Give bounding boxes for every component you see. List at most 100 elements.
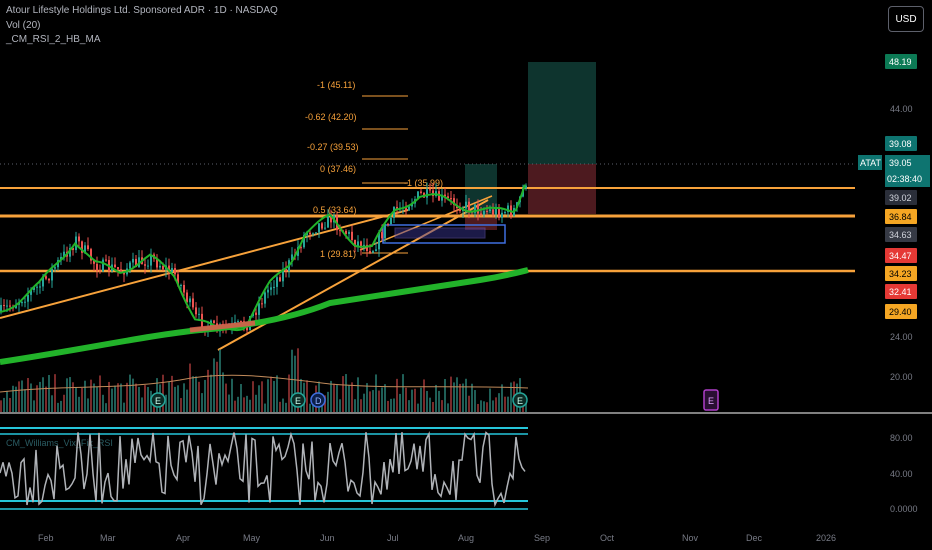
last-price-text: 39.05 <box>889 158 912 168</box>
volume-bar <box>204 379 206 412</box>
volume-bar <box>255 394 257 412</box>
volume-bar <box>135 383 137 412</box>
chart-canvas[interactable]: -1 (45.11) -0.62 (42.20) -0.27 (39.53) 0 (3… <box>0 0 932 550</box>
volume-bar <box>375 374 377 412</box>
candle-body <box>192 298 194 308</box>
volume-bar <box>465 378 467 412</box>
volume-bar <box>459 383 461 412</box>
volume-bar <box>102 394 104 412</box>
volume-bar <box>117 383 119 412</box>
volume-bar <box>339 399 341 412</box>
bar-countdown-text: 02:38:40 <box>887 174 922 184</box>
trend-line <box>217 199 489 351</box>
candle-body <box>321 223 323 229</box>
volume-bar <box>327 391 329 412</box>
volume-bar <box>96 386 98 412</box>
volume-bar <box>261 381 263 412</box>
volume-bar <box>39 381 41 412</box>
volume-bar <box>189 363 191 412</box>
volume-bar <box>93 383 95 412</box>
candle-body <box>237 321 239 323</box>
volume-bar <box>396 378 398 412</box>
candle-body <box>36 286 38 288</box>
volume-bar <box>240 384 242 412</box>
volume-bar <box>90 379 92 412</box>
volume-bar <box>462 383 464 412</box>
volume-bar <box>282 398 284 412</box>
volume-bar <box>87 398 89 412</box>
volume-bar <box>336 385 338 412</box>
candle-body <box>381 232 383 239</box>
price-scale-label-text: 39.02 <box>889 193 912 203</box>
candle-body <box>132 258 134 263</box>
volume-bar <box>387 400 389 412</box>
volume-bar <box>366 383 368 412</box>
candle-body <box>198 313 200 315</box>
candle-body <box>105 259 107 261</box>
candle-body <box>78 236 80 242</box>
volume-bar <box>165 394 167 412</box>
volume-bar <box>267 379 269 412</box>
candle-body <box>120 269 122 272</box>
rsi-indicator-label[interactable]: _CM_RSI_2_HB_MA <box>6 34 100 45</box>
candle-body <box>498 208 500 218</box>
volume-indicator-label[interactable]: Vol (20) <box>6 20 40 31</box>
volume-bar <box>69 377 71 412</box>
volume-bar <box>468 395 470 412</box>
volume-bar <box>51 395 53 412</box>
volume-bar <box>237 396 239 412</box>
osc-axis-tick: 80.00 <box>890 433 913 443</box>
time-axis-label: Oct <box>600 533 615 543</box>
volume-bar <box>417 403 419 412</box>
fib-level-label: -1 (45.11) <box>317 80 355 90</box>
future-earnings-label: E <box>708 396 714 406</box>
candle-body <box>39 286 41 288</box>
candle-body <box>6 305 8 307</box>
candle-body <box>276 277 278 287</box>
volume-bar <box>501 384 503 412</box>
volume-bar <box>78 396 80 412</box>
volume-bar <box>6 390 8 412</box>
currency-button[interactable]: USD <box>888 6 924 32</box>
volume-bar <box>60 400 62 412</box>
candle-body <box>390 217 392 225</box>
candle-body <box>501 212 503 218</box>
volume-bar <box>228 394 230 412</box>
volume-bar <box>18 381 20 412</box>
volume-bar <box>114 385 116 412</box>
volume-bar <box>246 395 248 412</box>
price-scale-label-text: 34.47 <box>889 251 912 261</box>
candle-body <box>87 245 89 250</box>
candle-body <box>387 223 389 225</box>
candle-body <box>504 212 506 214</box>
volume-bar <box>435 384 437 412</box>
candle-body <box>51 268 53 281</box>
volume-bar <box>30 383 32 412</box>
candle-body <box>375 249 377 252</box>
volume-bar <box>384 384 386 412</box>
volume-bar <box>219 349 221 412</box>
volume-bar <box>288 374 290 412</box>
price-scale-label-text: 34.23 <box>889 269 912 279</box>
candle-body <box>45 276 47 279</box>
volume-bar <box>471 383 473 412</box>
volume-bar <box>243 397 245 412</box>
volume-bar <box>54 374 56 412</box>
candle-body <box>162 265 164 270</box>
volume-bar <box>84 380 86 412</box>
candle-body <box>369 251 371 253</box>
volume-bar <box>264 403 266 412</box>
volume-bar <box>63 394 65 412</box>
candle-body <box>270 287 272 290</box>
volume-bar <box>33 400 35 412</box>
price-scale-label-text: 36.84 <box>889 212 912 222</box>
candle-body <box>450 198 452 200</box>
volume-bar <box>57 402 59 412</box>
volume-bar <box>351 382 353 412</box>
volume-group <box>0 348 527 412</box>
volume-bar <box>486 402 488 412</box>
volume-bar <box>411 389 413 412</box>
volume-ma-line <box>0 374 529 393</box>
candle-body <box>348 231 350 234</box>
candle-body <box>489 209 491 212</box>
